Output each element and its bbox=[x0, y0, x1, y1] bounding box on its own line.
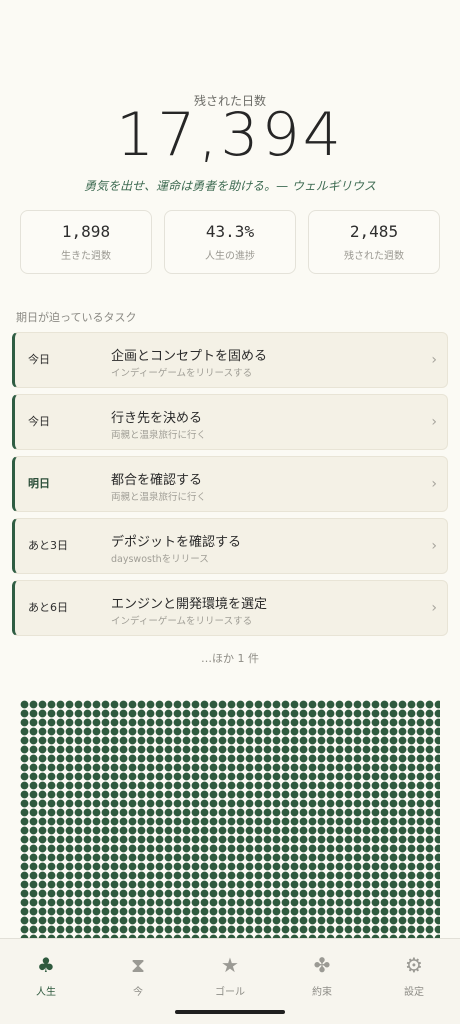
home-indicator[interactable] bbox=[175, 1010, 285, 1014]
tab-label: 約束 bbox=[312, 987, 332, 998]
upcoming-tasks-heading: 期日が迫っているタスク bbox=[16, 311, 137, 324]
stat-value: 43.3% bbox=[205, 222, 255, 241]
chevron-right-icon: › bbox=[431, 600, 437, 616]
task-title: 都合を確認する bbox=[111, 473, 203, 488]
task-due-label: 今日 bbox=[28, 415, 50, 428]
star-icon: ★ bbox=[221, 953, 239, 977]
task-item[interactable]: 明日 都合を確認する 両親と温泉旅行に行く › bbox=[12, 456, 448, 512]
stats-row: 1,898 生きた週数 43.3% 人生の進捗 2,485 残された週数 bbox=[20, 210, 440, 274]
task-due-label: あと6日 bbox=[28, 601, 68, 614]
stat-label: 人生の進捗 bbox=[205, 251, 255, 262]
task-title: デポジットを確認する bbox=[111, 535, 242, 550]
tab-label: 設定 bbox=[404, 987, 424, 998]
chevron-right-icon: › bbox=[431, 414, 437, 430]
task-goal: 両親と温泉旅行に行く bbox=[111, 492, 207, 503]
chevron-right-icon: › bbox=[431, 352, 437, 368]
tab-now[interactable]: ⧗ 今 bbox=[92, 939, 184, 1024]
chevron-right-icon: › bbox=[431, 538, 437, 554]
task-item[interactable]: 今日 企画とコンセプトを固める インディーゲームをリリースする › bbox=[12, 332, 448, 388]
club-icon: ♣ bbox=[37, 953, 55, 977]
tab-promises[interactable]: ✤ 約束 bbox=[276, 939, 368, 1024]
task-item[interactable]: あと6日 エンジンと開発環境を選定 インディーゲームをリリースする › bbox=[12, 580, 448, 636]
tab-label: ゴール bbox=[215, 987, 245, 998]
task-title: 企画とコンセプトを固める bbox=[111, 349, 268, 364]
remaining-days-count: 17,394 bbox=[116, 100, 344, 170]
task-due-label: あと3日 bbox=[28, 539, 68, 552]
task-goal: インディーゲームをリリースする bbox=[111, 368, 253, 379]
stat-label: 生きた週数 bbox=[61, 251, 111, 262]
gear-icon: ⚙ bbox=[405, 953, 423, 977]
tab-label: 人生 bbox=[36, 987, 56, 998]
task-due-label: 今日 bbox=[28, 353, 50, 366]
hourglass-icon: ⧗ bbox=[130, 953, 146, 977]
chevron-right-icon: › bbox=[431, 476, 437, 492]
stat-card-life-progress: 43.3% 人生の進捗 bbox=[164, 210, 296, 274]
task-title: エンジンと開発環境を選定 bbox=[111, 597, 268, 612]
more-tasks-link[interactable]: …ほか 1 件 bbox=[0, 650, 460, 666]
task-item[interactable]: 今日 行き先を決める 両親と温泉旅行に行く › bbox=[12, 394, 448, 450]
task-item[interactable]: あと3日 デポジットを確認する dayswosthをリリース › bbox=[12, 518, 448, 574]
stat-value: 1,898 bbox=[61, 222, 111, 241]
stat-card-weeks-lived: 1,898 生きた週数 bbox=[20, 210, 152, 274]
tab-settings[interactable]: ⚙ 設定 bbox=[368, 939, 460, 1024]
task-due-label: 明日 bbox=[28, 477, 50, 490]
task-goal: dayswosthをリリース bbox=[111, 554, 209, 565]
life-screen: 残された日数 17,394 勇気を出せ、運命は勇者を助ける。— ウェルギリウス … bbox=[0, 0, 460, 1024]
task-goal: 両親と温泉旅行に行く bbox=[111, 430, 207, 441]
tab-label: 今 bbox=[133, 987, 143, 998]
stat-label: 残された週数 bbox=[344, 251, 404, 262]
clover-icon: ✤ bbox=[313, 953, 331, 977]
task-list: 今日 企画とコンセプトを固める インディーゲームをリリースする › 今日 行き先… bbox=[12, 332, 448, 642]
life-weeks-grid bbox=[20, 700, 440, 938]
motivational-quote: 勇気を出せ、運命は勇者を助ける。— ウェルギリウス bbox=[84, 179, 376, 193]
stat-value: 2,485 bbox=[349, 222, 399, 241]
task-title: 行き先を決める bbox=[111, 411, 203, 426]
tab-life[interactable]: ♣ 人生 bbox=[0, 939, 92, 1024]
stat-card-weeks-remaining: 2,485 残された週数 bbox=[308, 210, 440, 274]
task-goal: インディーゲームをリリースする bbox=[111, 616, 253, 627]
